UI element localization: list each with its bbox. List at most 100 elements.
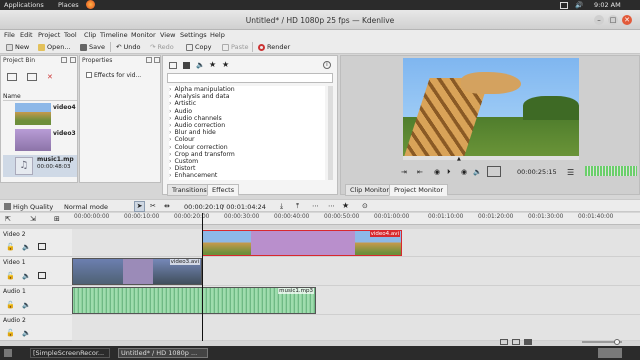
monitor-menu-icon[interactable]: ☰ — [567, 168, 574, 177]
effect-search-input[interactable] — [167, 73, 333, 83]
quality-select[interactable]: High Quality — [13, 203, 53, 211]
float-panel-icon[interactable] — [61, 57, 67, 63]
effects-scrollbar[interactable] — [328, 86, 333, 180]
effect-category[interactable]: Audio — [169, 108, 325, 115]
effect-category[interactable]: Colour — [169, 136, 325, 143]
monitor-ruler[interactable] — [403, 156, 579, 160]
track-header-audio2[interactable]: Audio 2 🔓 🔈 — [0, 315, 72, 341]
effect-category[interactable]: Audio correction — [169, 122, 325, 129]
effect-category[interactable]: Alpha manipulation — [169, 86, 325, 93]
lock-icon[interactable]: 🔓 — [6, 272, 15, 280]
set-zone-out-icon[interactable]: ⇤ — [417, 168, 423, 176]
paste-button[interactable]: Paste — [222, 43, 249, 51]
track-header-video1[interactable]: Video 1 🔓 🔈 — [0, 257, 72, 286]
hide-video-icon[interactable] — [38, 272, 46, 279]
mute-icon[interactable]: 🔈 — [22, 329, 31, 337]
delete-icon[interactable]: ✕ — [47, 73, 53, 81]
snap-icon[interactable] — [512, 339, 520, 345]
menu-timeline[interactable]: Timeline — [100, 31, 128, 39]
tab-project-monitor[interactable]: Project Monitor — [389, 184, 449, 196]
thumbnails-icon[interactable] — [524, 339, 532, 345]
effect-category[interactable]: Custom — [169, 158, 325, 165]
redo-button[interactable]: ↷ Redo — [150, 43, 174, 51]
rewind-icon[interactable]: ◉ — [434, 168, 440, 176]
tab-effects[interactable]: Effects — [207, 184, 240, 196]
track-row-audio2[interactable] — [72, 315, 640, 341]
mute-icon[interactable]: 🔈 — [22, 243, 31, 251]
effect-category[interactable]: Audio channels — [169, 115, 325, 122]
maximize-button[interactable]: □ — [608, 15, 618, 25]
info-icon[interactable]: i — [323, 61, 331, 69]
hide-video-icon[interactable] — [38, 243, 46, 250]
tab-clip-monitor[interactable]: Clip Monitor — [345, 184, 395, 196]
bin-column-header[interactable]: Name — [3, 93, 77, 101]
forward-icon[interactable]: ◉ — [461, 168, 467, 176]
firefox-icon[interactable] — [86, 0, 95, 9]
lock-icon[interactable]: 🔓 — [6, 301, 15, 309]
menu-tool[interactable]: Tool — [64, 31, 77, 39]
effect-category[interactable]: Distort — [169, 165, 325, 172]
selection-tool-icon[interactable]: ➤ — [134, 201, 145, 212]
custom-effect-icon[interactable]: ★ — [209, 60, 216, 69]
minimize-button[interactable]: – — [594, 15, 604, 25]
taskbar-item-kdenlive[interactable]: Untitled* / HD 1080p ... — [118, 348, 208, 358]
lock-icon[interactable]: 🔓 — [6, 243, 15, 251]
audio-effect-icon[interactable]: 🔈 — [196, 61, 205, 69]
insert-icon[interactable]: ⤓ — [280, 202, 283, 211]
track-config-icon[interactable]: ⊞ — [54, 215, 60, 223]
applications-menu[interactable]: Applications — [4, 1, 44, 9]
fullscreen-icon[interactable] — [487, 166, 501, 177]
timeline-playhead[interactable] — [202, 213, 203, 341]
volume-icon[interactable]: 🔊 — [575, 1, 583, 9]
menu-monitor[interactable]: Monitor — [131, 31, 156, 39]
monitor-timecode[interactable]: 00:00:25:15 — [517, 168, 557, 176]
save-button[interactable]: Save — [80, 43, 105, 51]
render-button[interactable]: Render — [258, 43, 290, 51]
track-height-icon[interactable]: ⇲ — [30, 215, 36, 223]
spacer-tool-icon[interactable]: ⇹ — [164, 202, 170, 210]
bin-item[interactable]: video4 — [3, 103, 77, 129]
effect-category[interactable]: Blur and hide — [169, 129, 325, 136]
float-panel-icon[interactable] — [146, 57, 152, 63]
effect-category[interactable]: Colour correction — [169, 144, 325, 151]
video-effect-icon[interactable] — [183, 62, 190, 69]
places-menu[interactable]: Places — [58, 1, 79, 9]
effects-checkbox[interactable] — [86, 72, 92, 78]
lock-icon[interactable]: 🔓 — [6, 329, 15, 337]
add-clip-icon[interactable] — [7, 73, 17, 81]
zoom-slider-handle[interactable] — [614, 339, 620, 345]
effect-category[interactable]: Artistic — [169, 100, 325, 107]
mute-icon[interactable]: 🔈 — [22, 272, 31, 280]
extract-icon[interactable]: ⋯ — [328, 202, 335, 210]
tab-transitions[interactable]: Transitions — [167, 184, 212, 196]
system-clock[interactable]: 9:02 AM — [594, 1, 621, 9]
show-desktop-icon[interactable] — [4, 349, 12, 357]
mute-icon[interactable]: 🔈 — [22, 301, 31, 309]
razor-tool-icon[interactable]: ✂ — [150, 202, 156, 210]
clip-video3[interactable]: video3.avi — [72, 258, 202, 285]
overwrite-icon[interactable]: ⤒ — [296, 202, 299, 211]
menu-edit[interactable]: Edit — [20, 31, 33, 39]
menu-file[interactable]: File — [4, 31, 15, 39]
edit-mode-select[interactable]: Normal mode — [64, 203, 108, 211]
network-icon[interactable] — [560, 2, 568, 9]
open-button[interactable]: Open... — [38, 43, 71, 51]
bin-item-selected[interactable]: ♫ music1.mp 00:00:48:03 — [3, 155, 77, 177]
track-row-video2[interactable]: video4.avi — [72, 229, 640, 257]
menu-help[interactable]: Help — [210, 31, 225, 39]
new-button[interactable]: New — [6, 43, 29, 51]
timeline-menu-icon[interactable]: ⊙ — [362, 202, 368, 210]
effect-category[interactable]: Enhancement — [169, 172, 325, 179]
menu-project[interactable]: Project — [38, 31, 60, 39]
close-panel-icon[interactable] — [70, 57, 76, 63]
set-zone-in-icon[interactable]: ⇥ — [401, 168, 407, 176]
favorite-effects-icon[interactable]: ★ — [342, 201, 349, 210]
copy-button[interactable]: Copy — [186, 43, 212, 51]
track-header-video2[interactable]: Video 2 🔓 🔈 — [0, 229, 72, 257]
clip-music1[interactable]: music1.mp3 — [72, 287, 316, 314]
favorite-effect-icon[interactable]: ★ — [222, 60, 229, 69]
timeline-ruler[interactable]: 00:00:00:00 00:00:10:00 00:00:20:00 00:0… — [72, 213, 640, 225]
menu-clip[interactable]: Clip — [84, 31, 96, 39]
workspace-switcher[interactable] — [598, 348, 622, 358]
close-panel-icon[interactable] — [154, 57, 160, 63]
